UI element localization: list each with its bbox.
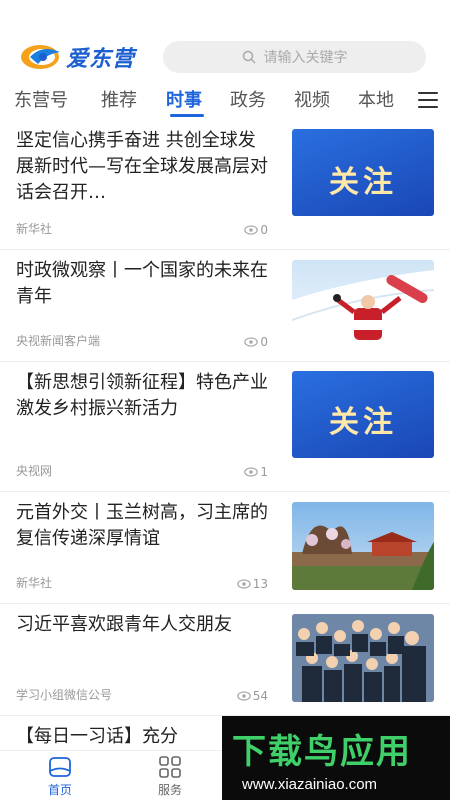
crowd-photo bbox=[292, 614, 434, 702]
news-item[interactable]: 【新思想引领新征程】特色产业激发乡村振兴新活力 央视网 1 关注 bbox=[0, 362, 450, 492]
eye-icon bbox=[244, 225, 259, 235]
app-header: 爱东营 请输入关键字 bbox=[0, 0, 450, 80]
news-source: 央视新闻客户端 bbox=[16, 334, 101, 348]
search-bar[interactable]: 请输入关键字 bbox=[163, 41, 426, 73]
news-title: 【新思想引领新征程】特色产业激发乡村振兴新活力 bbox=[16, 372, 268, 419]
tab-local[interactable]: 本地 bbox=[358, 86, 394, 112]
eye-icon bbox=[244, 467, 259, 477]
news-thumbnail: 关注 bbox=[292, 371, 434, 458]
active-tab-indicator bbox=[170, 114, 204, 117]
tab-recommend[interactable]: 推荐 bbox=[101, 86, 137, 112]
tab-video[interactable]: 视频 bbox=[294, 86, 330, 112]
tab-government[interactable]: 政务 bbox=[230, 86, 266, 112]
news-item[interactable]: 习近平喜欢跟青年人交朋友 学习小组微信公号 54 bbox=[0, 604, 450, 716]
home-icon bbox=[49, 757, 71, 777]
news-source: 学习小组微信公号 bbox=[16, 688, 113, 702]
search-placeholder: 请输入关键字 bbox=[263, 50, 348, 66]
news-item[interactable]: 坚定信心携手奋进 共创全球发展新时代—写在全球发展高层对话会召开… 新华社 0 … bbox=[0, 120, 450, 250]
watermark-url: www.xiazainiao.com bbox=[242, 776, 378, 793]
news-title: 元首外交丨玉兰树高，习主席的复信传递深厚情谊 bbox=[16, 502, 268, 549]
grid-icon bbox=[159, 756, 181, 778]
athlete-photo bbox=[292, 270, 434, 346]
view-count: 13 bbox=[236, 577, 268, 591]
news-feed: 坚定信心携手奋进 共创全球发展新时代—写在全球发展高层对话会召开… 新华社 0 … bbox=[0, 120, 450, 750]
eye-icon bbox=[236, 691, 251, 701]
watermark-title: 下载鸟应用 bbox=[232, 732, 412, 772]
nav-home[interactable]: 首页 bbox=[30, 755, 90, 798]
news-source: 新华社 bbox=[16, 222, 53, 236]
news-source: 央视网 bbox=[16, 464, 53, 478]
eye-icon bbox=[244, 337, 259, 347]
app-logo: 爱东营 bbox=[20, 40, 135, 74]
news-title: 坚定信心携手奋进 共创全球发展新时代—写在全球发展高层对话会召开… bbox=[16, 130, 268, 203]
logo-text: 爱东营 bbox=[66, 47, 136, 72]
garden-photo bbox=[292, 525, 434, 590]
eye-icon bbox=[236, 579, 251, 589]
logo-icon bbox=[21, 45, 60, 69]
news-thumbnail: 关注 bbox=[292, 129, 434, 216]
category-tabs: 东营号 推荐 时事 政务 视频 本地 bbox=[0, 80, 450, 120]
news-title: 习近平喜欢跟青年人交朋友 bbox=[16, 614, 232, 635]
nav-services[interactable]: 服务 bbox=[140, 755, 200, 798]
view-count: 0 bbox=[236, 335, 268, 349]
tab-current-affairs[interactable]: 时事 bbox=[166, 86, 202, 112]
search-icon bbox=[242, 50, 256, 64]
news-thumbnail bbox=[292, 614, 434, 702]
news-source: 新华社 bbox=[16, 576, 53, 590]
menu-icon[interactable] bbox=[418, 92, 438, 108]
view-count: 0 bbox=[236, 223, 268, 237]
view-count: 1 bbox=[236, 465, 268, 479]
view-count: 54 bbox=[236, 689, 268, 703]
news-thumbnail bbox=[292, 502, 434, 590]
news-item[interactable]: 时政微观察丨一个国家的未来在青年 央视新闻客户端 0 bbox=[0, 250, 450, 362]
watermark: 下载鸟应用 www.xiazainiao.com bbox=[222, 716, 450, 800]
tab-dongying-hao[interactable]: 东营号 bbox=[14, 86, 68, 112]
news-thumbnail bbox=[292, 260, 434, 346]
news-item[interactable]: 元首外交丨玉兰树高，习主席的复信传递深厚情谊 新华社 13 bbox=[0, 492, 450, 604]
news-title: 时政微观察丨一个国家的未来在青年 bbox=[16, 260, 268, 307]
news-title: 【每日一习话】充分 bbox=[16, 726, 178, 747]
